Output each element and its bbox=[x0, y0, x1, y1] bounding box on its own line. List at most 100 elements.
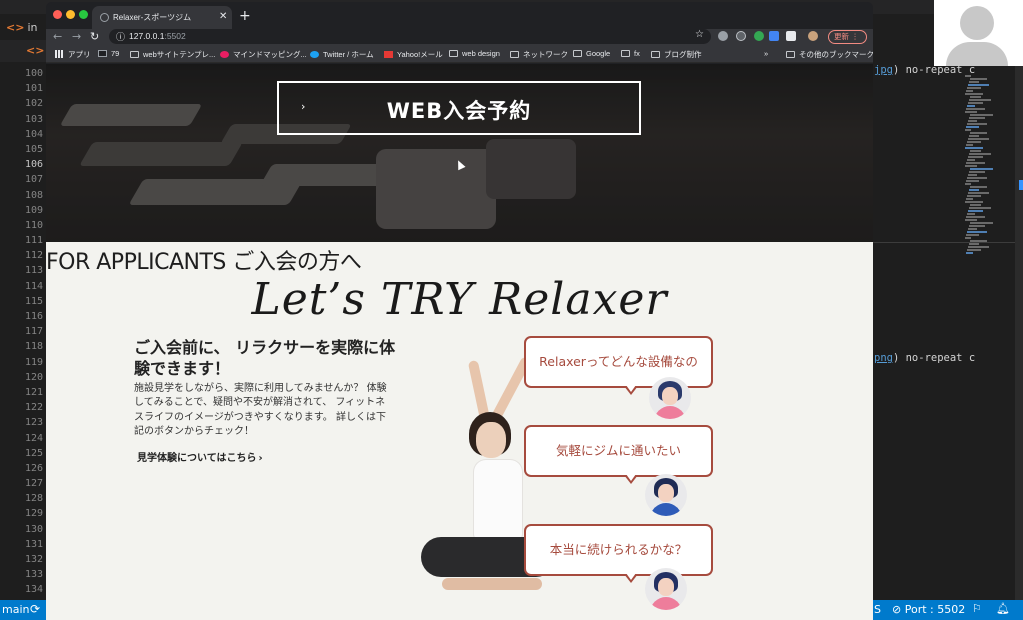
line-number: 125 bbox=[24, 447, 43, 459]
bookmark-item[interactable]: 79 bbox=[98, 49, 119, 58]
puzzle-icon[interactable] bbox=[786, 31, 796, 41]
other-bookmarks[interactable]: その他のブックマーク bbox=[786, 49, 873, 60]
line-number-gutter: 100 101 102 103 104 105 106 107 108 109 110 111 112 1… bbox=[0, 66, 46, 598]
sync-icon[interactable]: ⟳ bbox=[30, 602, 40, 616]
update-button[interactable]: 更新 ⋮ bbox=[828, 30, 867, 44]
speech-bubble: 本当に続けられるかな？ bbox=[524, 524, 713, 583]
minimap-line bbox=[967, 195, 981, 197]
bookmark-label: Google bbox=[586, 49, 611, 58]
minimap-line bbox=[970, 132, 987, 134]
back-arrow-icon[interactable]: ← bbox=[53, 30, 62, 43]
minimap-line bbox=[965, 111, 977, 113]
page-viewport[interactable]: › WEB入会予約 FOR APPLICANTS ご入会の方へ Let’s TR… bbox=[46, 64, 873, 620]
profile-avatar[interactable] bbox=[808, 31, 818, 41]
line-number: 129 bbox=[24, 508, 43, 520]
line-number: 113 bbox=[24, 265, 43, 277]
window-extension-icon[interactable] bbox=[769, 31, 779, 41]
forward-arrow-icon[interactable]: → bbox=[72, 30, 81, 43]
live-server-port[interactable]: ⊘ Port : 5502 bbox=[892, 603, 965, 616]
line-number: 132 bbox=[24, 554, 43, 565]
code-text: ) no-repeat c bbox=[892, 352, 976, 364]
code-line-background-png[interactable]: png) no-repeat c bbox=[874, 352, 975, 364]
line-number: 134 bbox=[24, 584, 43, 596]
address-bar[interactable]: ⓘ 127.0.0.1:5502 ☆ bbox=[109, 29, 711, 44]
minimap-line bbox=[965, 129, 971, 131]
minimap-line bbox=[966, 108, 985, 110]
extension-icon[interactable] bbox=[736, 31, 746, 41]
speech-bubble: 気軽にジムに通いたい bbox=[524, 425, 713, 484]
script-title: Let’s TRY Relaxer bbox=[251, 274, 668, 325]
minimap-line bbox=[969, 189, 979, 191]
avatar-face bbox=[662, 387, 678, 405]
editor-file-tab[interactable]: <> in bbox=[0, 18, 46, 38]
bookmark-item[interactable]: Yahoo!メール bbox=[384, 49, 443, 60]
new-tab-button[interactable]: + bbox=[239, 8, 251, 24]
line-number: 120 bbox=[24, 371, 43, 383]
bell-icon[interactable]: 🔔︎ bbox=[996, 602, 1010, 615]
minimap-line bbox=[969, 243, 979, 245]
zoom-window-button[interactable] bbox=[79, 10, 88, 19]
bookmark-item[interactable]: ブログ制作 bbox=[651, 49, 702, 60]
minimize-window-button[interactable] bbox=[66, 10, 75, 19]
line-number: 100 bbox=[24, 68, 43, 79]
minimap-line bbox=[966, 252, 973, 254]
other-bookmarks-label: その他のブックマーク bbox=[799, 50, 873, 59]
folder-icon bbox=[573, 50, 582, 57]
bookmark-item[interactable]: アプリ bbox=[55, 49, 91, 60]
bookmark-item[interactable]: webサイトテンプレ... bbox=[130, 49, 215, 60]
screen: <>in <>in 100101102103104105106107108109… bbox=[0, 0, 1023, 620]
close-tab-icon[interactable]: ✕ bbox=[219, 11, 227, 22]
tab-strip: Relaxer-スポーツジム ✕ + bbox=[46, 2, 873, 29]
bookmarks-overflow-button[interactable]: » bbox=[764, 49, 768, 58]
minimap-line bbox=[967, 231, 987, 233]
line-number: 122 bbox=[24, 402, 43, 414]
twitter-icon bbox=[310, 51, 319, 58]
bookmark-item[interactable]: ネットワーク bbox=[510, 49, 568, 60]
extension-badge-icon[interactable] bbox=[754, 31, 764, 41]
minimap-line bbox=[968, 246, 989, 248]
bookmark-star-icon[interactable]: ☆ bbox=[695, 29, 704, 40]
minimap-line bbox=[970, 222, 993, 224]
folder-icon bbox=[651, 51, 660, 58]
speech-bubble-text: Relaxerってどんな設備なの bbox=[539, 354, 698, 369]
bookmark-item[interactable]: マインドマッピング... bbox=[220, 49, 307, 60]
minimap-line bbox=[968, 156, 983, 158]
reload-icon[interactable]: ↻ bbox=[90, 30, 99, 43]
browser-tab[interactable]: Relaxer-スポーツジム ✕ bbox=[92, 6, 232, 29]
line-number: 108 bbox=[24, 189, 43, 201]
line-number: 103 bbox=[24, 113, 43, 125]
minimap-line bbox=[966, 126, 979, 128]
minimap-line bbox=[968, 228, 977, 230]
line-number: 112 bbox=[24, 250, 43, 262]
close-window-button[interactable] bbox=[53, 10, 62, 19]
url-port: :5502 bbox=[164, 31, 186, 41]
info-icon[interactable]: ⓘ bbox=[116, 30, 125, 43]
tour-link[interactable]: 見学体験についてはこちら › bbox=[137, 449, 263, 464]
bookmark-label: webサイトテンプレ... bbox=[143, 50, 216, 59]
minimap-line bbox=[968, 192, 989, 194]
bubble-tail-inner bbox=[626, 385, 636, 392]
feedback-icon[interactable]: ⚐ bbox=[972, 602, 982, 615]
explorer-file-item[interactable]: <>in bbox=[0, 40, 57, 62]
git-branch[interactable]: main bbox=[2, 603, 29, 616]
bookmark-item[interactable]: web design bbox=[449, 49, 500, 58]
person-placeholder-body bbox=[946, 42, 1008, 66]
minimap-line bbox=[965, 75, 971, 77]
bookmark-item[interactable]: Google bbox=[573, 49, 610, 58]
bookmark-item[interactable]: fx bbox=[621, 49, 640, 58]
status-item[interactable]: S bbox=[874, 603, 881, 616]
favicon-icon bbox=[100, 13, 109, 22]
bookmarks-bar: » その他のブックマーク アプリ 79 webサイトテンプレ... マインドマッピング… bbox=[46, 46, 873, 63]
bookmark-item[interactable]: Twitter / ホーム bbox=[310, 49, 374, 60]
mindmap-icon bbox=[220, 51, 229, 58]
web-membership-button[interactable]: › WEB入会予約 bbox=[277, 81, 641, 135]
minimap-line bbox=[967, 87, 981, 89]
editor-scrollbar[interactable] bbox=[1015, 60, 1023, 600]
speech-bubble-text: 本当に続けられるかな？ bbox=[549, 542, 688, 557]
avatar-body bbox=[650, 503, 682, 516]
minimap-line bbox=[965, 93, 983, 95]
minimap[interactable] bbox=[965, 75, 993, 255]
line-number: 117 bbox=[24, 326, 43, 338]
camera-extension-icon[interactable] bbox=[718, 31, 728, 41]
minimap-line bbox=[966, 180, 979, 182]
